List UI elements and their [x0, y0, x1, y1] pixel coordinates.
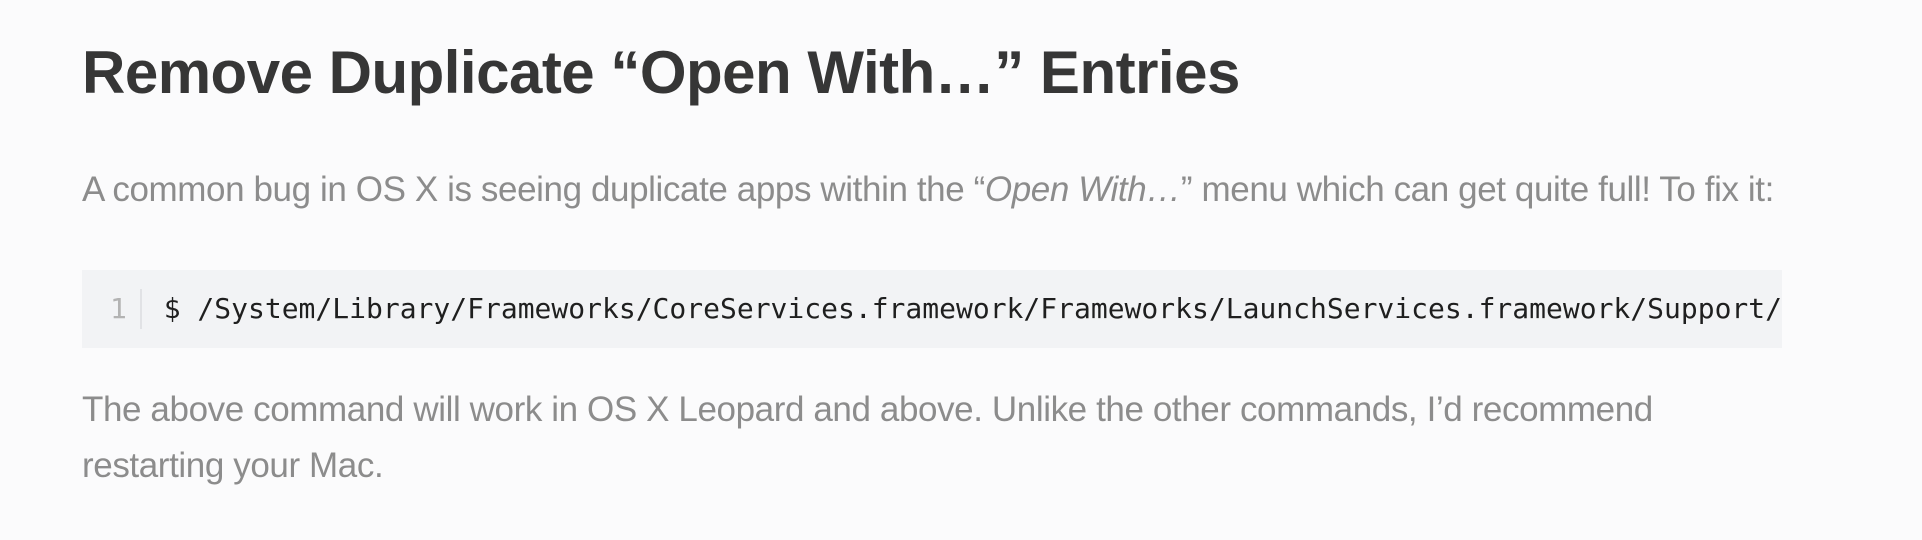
article-section: Remove Duplicate “Open With…” Entries A …	[0, 0, 1922, 540]
code-command[interactable]: $ /System/Library/Frameworks/CoreService…	[142, 289, 1782, 329]
intro-emphasis: Open With…	[984, 170, 1181, 209]
section-heading: Remove Duplicate “Open With…” Entries	[82, 39, 1240, 106]
code-line-number: 1	[82, 289, 142, 329]
intro-text-before: A common bug in OS X is seeing duplicate…	[82, 170, 985, 209]
intro-text-after: ” menu which can get quite full! To fix …	[1180, 170, 1774, 209]
outro-line-2: restarting your Mac.	[82, 446, 384, 485]
outro-paragraph: The above command will work in OS X Leop…	[82, 382, 1782, 494]
code-block[interactable]: 1 $ /System/Library/Frameworks/CoreServi…	[82, 270, 1782, 348]
outro-line-1: The above command will work in OS X Leop…	[82, 390, 1653, 429]
intro-paragraph: A common bug in OS X is seeing duplicate…	[82, 162, 1774, 218]
